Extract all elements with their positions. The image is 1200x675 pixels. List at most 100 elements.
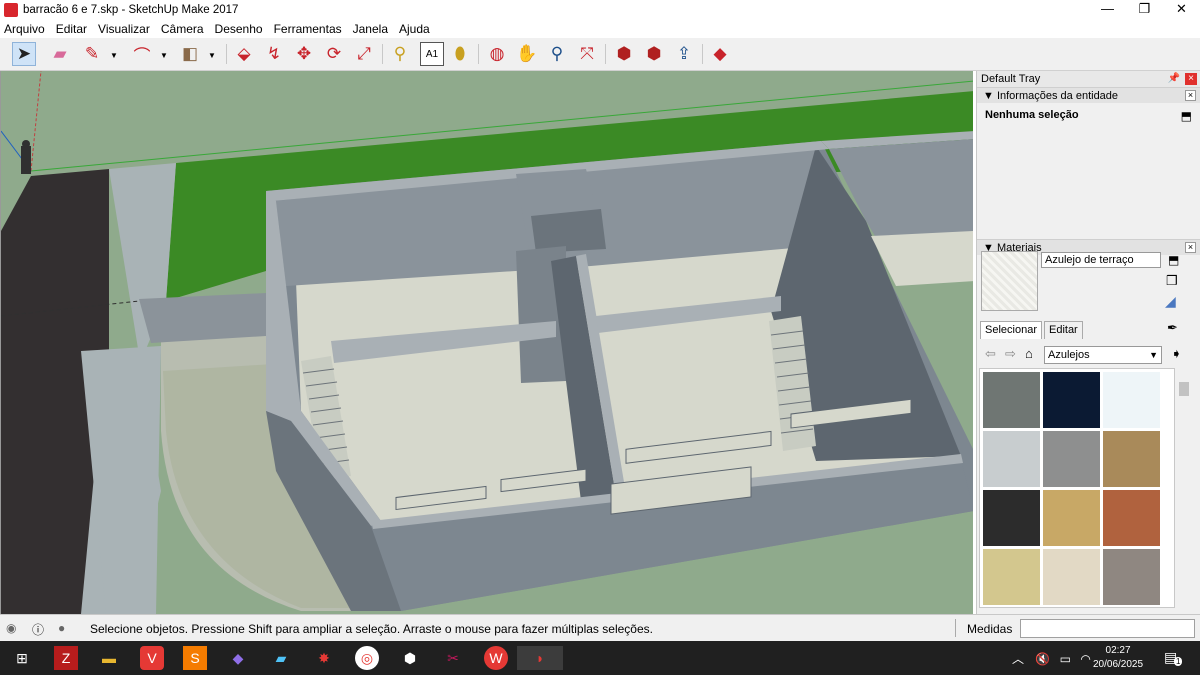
pin-icon[interactable]: 📌: [1168, 71, 1180, 87]
warehouse-tool-button[interactable]: ⬢: [612, 42, 636, 66]
arc-tool-button[interactable]: ⌒: [130, 42, 154, 66]
paint-bucket-tool-button[interactable]: ⬮: [448, 42, 472, 66]
menu-desenho[interactable]: Desenho: [215, 22, 263, 36]
menu-visualizar[interactable]: Visualizar: [98, 22, 150, 36]
menu-camera[interactable]: Câmera: [161, 22, 204, 36]
game-cube-icon[interactable]: ⬢: [398, 646, 422, 670]
menu-editar[interactable]: Editar: [56, 22, 87, 36]
pencil-tool-button[interactable]: ✎: [80, 42, 104, 66]
eraser-tool-button[interactable]: ▰: [48, 42, 72, 66]
status-divider: [955, 619, 956, 637]
pencil-dropdown-chevron-icon[interactable]: ▼: [110, 51, 118, 60]
forward-arrow-icon[interactable]: ⇨: [1005, 346, 1016, 362]
zoom-extents-icon: ⤧: [580, 44, 594, 63]
menu-janela[interactable]: Janela: [353, 22, 388, 36]
model-viewport[interactable]: [0, 71, 973, 614]
chrome-icon[interactable]: ◎: [355, 646, 379, 670]
user-account-icon[interactable]: ●: [58, 621, 65, 635]
filezilla-icon[interactable]: Z: [54, 646, 78, 670]
move-tool-button[interactable]: ✥: [292, 42, 316, 66]
menu-arquivo[interactable]: Arquivo: [4, 22, 45, 36]
materials-panel-close-icon[interactable]: ×: [1185, 242, 1196, 253]
tray-close-icon[interactable]: ×: [1185, 73, 1197, 85]
entity-toggle-icon[interactable]: ⬒: [1181, 109, 1192, 123]
snipping-tool-icon[interactable]: ✂: [441, 646, 465, 670]
shapes-tool-button[interactable]: ◧: [178, 42, 202, 66]
menu-bar: Arquivo Editar Visualizar Câmera Desenho…: [0, 20, 1200, 38]
red-star-app-icon[interactable]: ✸: [312, 646, 336, 670]
sublime-text-icon[interactable]: S: [183, 646, 207, 670]
create-material-icon[interactable]: ❒: [1166, 273, 1178, 289]
windows-start-icon[interactable]: ⊞: [10, 646, 34, 670]
sample-paint-icon[interactable]: ◢: [1165, 293, 1176, 310]
restore-button[interactable]: ❐: [1126, 0, 1163, 20]
taskbar-clock[interactable]: 02:27 20/06/2025: [1093, 644, 1143, 672]
measurements-input[interactable]: [1020, 619, 1195, 638]
volume-muted-icon[interactable]: 🔇: [1035, 652, 1050, 666]
title-bar: barracão 6 e 7.skp - SketchUp Make 2017 …: [0, 0, 1200, 20]
material-swatch[interactable]: [1043, 549, 1100, 605]
rotate-tool-button[interactable]: ⟳: [322, 42, 346, 66]
obsidian-icon[interactable]: ◆: [226, 646, 250, 670]
scrollbar-thumb[interactable]: [1179, 382, 1189, 396]
pencil-icon: ✎: [84, 44, 100, 63]
text-tool-button[interactable]: A1: [420, 42, 444, 66]
entity-panel-close-icon[interactable]: ×: [1185, 90, 1196, 101]
entity-info-panel-header[interactable]: ▼ Informações da entidade ×: [977, 87, 1200, 103]
window-controls: — ❐ ✕: [1089, 0, 1200, 20]
extension-manager-tool-button[interactable]: ◆: [708, 42, 732, 66]
shapes-dropdown-chevron-icon[interactable]: ▼: [208, 51, 216, 60]
scale-figure: [21, 140, 31, 174]
material-swatch[interactable]: [1043, 431, 1100, 487]
eyedropper-icon[interactable]: ✒: [1167, 320, 1178, 336]
material-swatch[interactable]: [1043, 372, 1100, 428]
follow-me-tool-button[interactable]: ↯: [262, 42, 286, 66]
material-name-field[interactable]: Azulejo de terraço: [1041, 252, 1161, 268]
material-swatch[interactable]: [1103, 372, 1160, 428]
zoom-tool-button[interactable]: ⚲: [545, 42, 569, 66]
swatch-scrollbar[interactable]: [1177, 368, 1191, 608]
tab-selecionar[interactable]: Selecionar: [980, 321, 1042, 339]
wifi-icon[interactable]: ◠: [1080, 652, 1090, 666]
material-swatch[interactable]: [1043, 490, 1100, 546]
wps-office-icon[interactable]: W: [484, 646, 508, 670]
scale-tool-button[interactable]: ⤢: [352, 42, 376, 66]
material-swatch[interactable]: [983, 549, 1040, 605]
notes-app-icon[interactable]: ▰: [269, 646, 293, 670]
details-arrow-icon[interactable]: ➧: [1171, 346, 1182, 362]
chevron-up-icon[interactable]: ︿: [1012, 652, 1024, 666]
tape-measure-tool-button[interactable]: ⚲: [388, 42, 412, 66]
home-icon[interactable]: ⌂: [1025, 346, 1033, 361]
vivaldi-icon[interactable]: V: [140, 646, 164, 670]
material-swatch[interactable]: [983, 431, 1040, 487]
orbit-tool-button[interactable]: ◍: [485, 42, 509, 66]
extension-warehouse-tool-button[interactable]: ⬢: [642, 42, 666, 66]
material-swatch[interactable]: [983, 372, 1040, 428]
credits-info-icon[interactable]: ⓘ: [32, 621, 44, 638]
arc-dropdown-chevron-icon[interactable]: ▼: [160, 51, 168, 60]
material-swatch[interactable]: [1103, 431, 1160, 487]
back-arrow-icon[interactable]: ⇦: [985, 346, 996, 362]
collection-dropdown[interactable]: Azulejos ▼: [1044, 346, 1162, 364]
notification-center-icon[interactable]: ▤ 1: [1164, 649, 1183, 666]
share-model-tool-button[interactable]: ⇪: [672, 42, 696, 66]
menu-ajuda[interactable]: Ajuda: [399, 22, 430, 36]
zoom-extents-tool-button[interactable]: ⤧: [575, 42, 599, 66]
sketchup-taskbar-icon[interactable]: ◗: [517, 646, 563, 670]
geolocation-icon[interactable]: ◉: [6, 621, 16, 635]
window-title: barracão 6 e 7.skp - SketchUp Make 2017: [23, 4, 239, 16]
material-swatch[interactable]: [1103, 490, 1160, 546]
tab-editar[interactable]: Editar: [1043, 321, 1083, 339]
detail-toggle-icon[interactable]: ⬒: [1168, 253, 1179, 267]
menu-ferramentas[interactable]: Ferramentas: [274, 22, 342, 36]
file-explorer-icon[interactable]: ▬: [97, 646, 121, 670]
select-tool-button[interactable]: ➤: [12, 42, 36, 66]
battery-icon[interactable]: ▭: [1060, 652, 1071, 666]
minimize-button[interactable]: —: [1089, 0, 1126, 20]
pan-tool-button[interactable]: ✋: [515, 42, 539, 66]
material-swatch[interactable]: [1103, 549, 1160, 605]
toolbar: ➤ ▰ ✎ ▼ ⌒ ▼ ◧ ▼ ⬙ ↯ ✥ ⟳ ⤢ ⚲ A1 ⬮ ◍ ✋ ⚲ ⤧…: [0, 38, 1200, 71]
close-button[interactable]: ✕: [1163, 0, 1200, 20]
push-pull-tool-button[interactable]: ⬙: [232, 42, 256, 66]
material-swatch[interactable]: [983, 490, 1040, 546]
